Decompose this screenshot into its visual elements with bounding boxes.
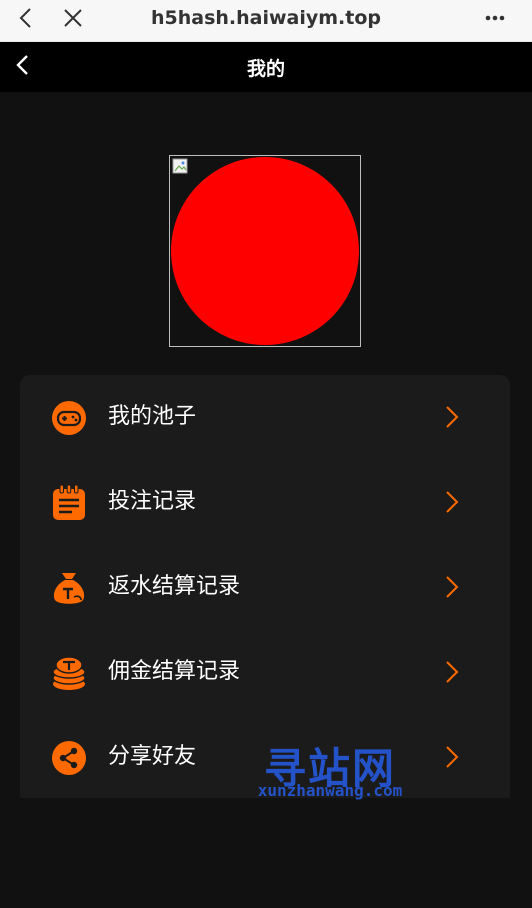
broken-image-icon [172, 158, 188, 174]
chevron-right-icon [446, 661, 459, 683]
avatar[interactable] [169, 155, 361, 347]
watermark-domain: xunzhanwang.com [257, 781, 403, 800]
browser-close-icon[interactable] [60, 5, 86, 31]
share-icon [52, 741, 86, 775]
avatar-image [171, 157, 359, 345]
browser-back-icon[interactable] [14, 5, 40, 31]
title-bar: 我的 [0, 42, 532, 92]
browser-more-icon[interactable] [482, 6, 510, 30]
menu-item-bet-records[interactable]: 投注记录 [20, 460, 510, 544]
menu-item-rebate-records[interactable]: 返水结算记录 [20, 545, 510, 629]
page-title: 我的 [246, 58, 285, 80]
menu-item-label: 投注记录 [108, 489, 197, 514]
menu-item-label: 我的池子 [108, 404, 197, 429]
browser-bar: h5hash.haiwaiym.top [0, 0, 532, 42]
back-icon[interactable] [8, 50, 38, 80]
coin-stack-icon [52, 656, 86, 690]
menu-item-label: 返水结算记录 [108, 574, 241, 599]
menu-item-commission-records[interactable]: 佣金结算记录 [20, 630, 510, 714]
menu-item-label: 佣金结算记录 [108, 659, 241, 684]
notepad-icon [53, 484, 85, 520]
menu-item-my-pool[interactable]: 我的池子 [20, 375, 510, 459]
watermark: 寻站网 xunzhanwang.com [250, 735, 410, 805]
chevron-right-icon [446, 576, 459, 598]
chevron-right-icon [446, 491, 459, 513]
chevron-right-icon [446, 406, 459, 428]
gamepad-icon [52, 401, 86, 435]
chevron-right-icon [446, 746, 459, 768]
money-bag-icon [53, 573, 85, 604]
menu-item-label: 分享好友 [108, 744, 197, 769]
